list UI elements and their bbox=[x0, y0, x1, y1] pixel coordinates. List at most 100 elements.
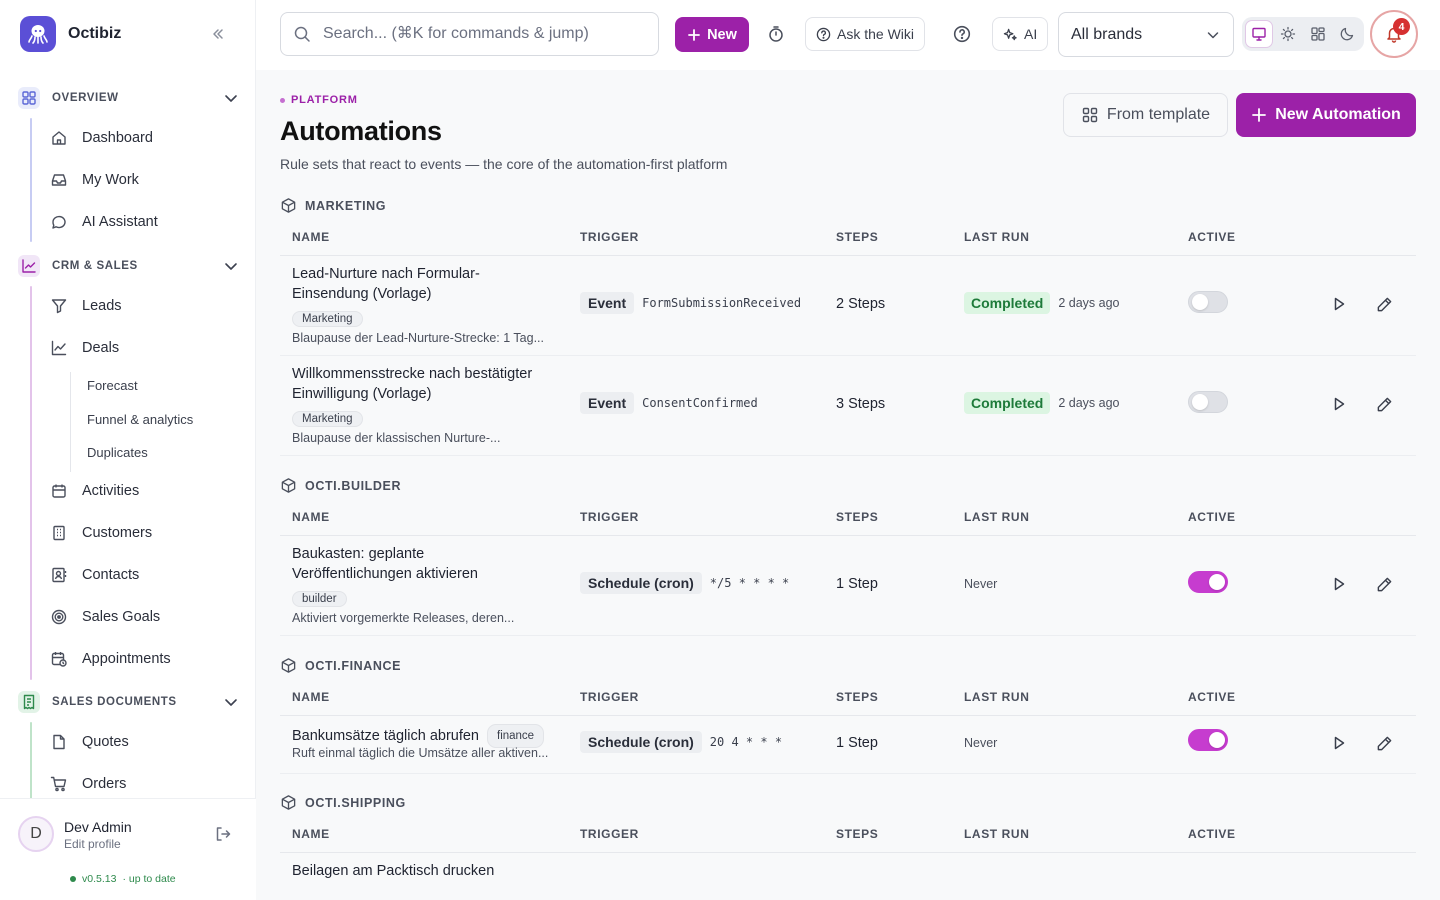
chevron-down-icon[interactable] bbox=[222, 257, 240, 275]
ai-button[interactable]: AI bbox=[992, 17, 1049, 51]
sidebar-item-label: Customers bbox=[82, 525, 153, 541]
sidebar-item-orders[interactable]: Orders bbox=[50, 766, 126, 798]
sidebar-item-contacts[interactable]: Contacts bbox=[50, 557, 139, 593]
column-header-last-run[interactable]: LAST RUN bbox=[964, 690, 1029, 704]
group-title: OCTI.SHIPPING bbox=[280, 794, 406, 811]
active-toggle[interactable] bbox=[1188, 291, 1228, 313]
new-automation-label: New Automation bbox=[1275, 106, 1401, 123]
column-header-last-run[interactable]: LAST RUN bbox=[964, 510, 1029, 524]
sidebar-item-customers[interactable]: Customers bbox=[50, 515, 152, 551]
sidebar-item-quotes[interactable]: Quotes bbox=[50, 724, 129, 760]
sidebar-item-my-work[interactable]: My Work bbox=[50, 162, 139, 198]
automation-name[interactable]: Beilagen am Packtisch drucken bbox=[292, 861, 592, 881]
column-header-name[interactable]: NAME bbox=[292, 827, 330, 841]
edit-pencil-icon[interactable] bbox=[1373, 732, 1395, 754]
sidebar-item-dashboard[interactable]: Dashboard bbox=[50, 120, 153, 156]
moon-icon[interactable] bbox=[1334, 20, 1361, 48]
sidebar-subitem-funnel[interactable]: Funnel & analytics bbox=[87, 412, 193, 427]
sidebar-subitem-forecast[interactable]: Forecast bbox=[87, 378, 138, 393]
layout-grid-icon[interactable] bbox=[1304, 20, 1331, 48]
column-header-active[interactable]: ACTIVE bbox=[1188, 690, 1236, 704]
column-header-trigger[interactable]: TRIGGER bbox=[580, 827, 639, 841]
automation-name[interactable]: Bankumsätze täglich abrufen bbox=[292, 726, 479, 746]
edit-pencil-icon[interactable] bbox=[1373, 293, 1395, 315]
monitor-icon[interactable] bbox=[1245, 20, 1273, 48]
table-row[interactable]: Beilagen am Packtisch drucken bbox=[280, 853, 1416, 900]
sidebar-item-activities[interactable]: Activities bbox=[50, 473, 139, 509]
new-button[interactable]: New bbox=[675, 17, 749, 52]
active-toggle[interactable] bbox=[1188, 391, 1228, 413]
active-toggle[interactable] bbox=[1188, 571, 1228, 593]
last-run-time: 2 days ago bbox=[1058, 396, 1120, 410]
table-header: NAME TRIGGER STEPS LAST RUN ACTIVE bbox=[280, 815, 1416, 853]
run-icon[interactable] bbox=[1328, 732, 1350, 754]
edit-pencil-icon[interactable] bbox=[1373, 393, 1395, 415]
brand[interactable]: Octibiz bbox=[20, 16, 121, 52]
help-icon[interactable] bbox=[947, 19, 977, 49]
chevron-down-icon[interactable] bbox=[222, 89, 240, 107]
section-overview[interactable]: OVERVIEW bbox=[18, 86, 240, 110]
sidebar-item-deals[interactable]: Deals bbox=[50, 330, 119, 366]
section-rail bbox=[30, 722, 32, 798]
column-header-trigger[interactable]: TRIGGER bbox=[580, 690, 639, 704]
search-input[interactable] bbox=[323, 25, 623, 43]
sidebar-item-appointments[interactable]: Appointments bbox=[50, 641, 171, 677]
section-sales-documents[interactable]: SALES DOCUMENTS bbox=[18, 690, 240, 714]
logout-icon[interactable] bbox=[214, 825, 232, 843]
search-box[interactable] bbox=[280, 12, 659, 56]
brand-select[interactable]: All brands bbox=[1058, 12, 1234, 57]
ask-wiki-button[interactable]: Ask the Wiki bbox=[805, 17, 926, 51]
sidebar-item-leads[interactable]: Leads bbox=[50, 288, 122, 324]
column-header-active[interactable]: ACTIVE bbox=[1188, 827, 1236, 841]
column-header-last-run[interactable]: LAST RUN bbox=[964, 827, 1029, 841]
column-header-steps[interactable]: STEPS bbox=[836, 690, 878, 704]
run-icon[interactable] bbox=[1328, 293, 1350, 315]
automation-name[interactable]: Baukasten: geplante Veröffentlichungen a… bbox=[292, 544, 522, 584]
sun-icon[interactable] bbox=[1275, 20, 1302, 48]
timer-icon[interactable] bbox=[761, 19, 791, 49]
page-title: Automations bbox=[280, 116, 442, 146]
column-header-name[interactable]: NAME bbox=[292, 690, 330, 704]
run-icon[interactable] bbox=[1328, 573, 1350, 595]
section-label: SALES DOCUMENTS bbox=[52, 696, 177, 708]
brand-name: Octibiz bbox=[68, 25, 122, 42]
sidebar-item-label: Activities bbox=[82, 483, 140, 499]
edit-pencil-icon[interactable] bbox=[1373, 573, 1395, 595]
edit-profile-link[interactable]: Edit profile bbox=[64, 837, 121, 851]
column-header-name[interactable]: NAME bbox=[292, 510, 330, 524]
column-header-steps[interactable]: STEPS bbox=[836, 510, 878, 524]
section-crm-sales[interactable]: CRM & SALES bbox=[18, 254, 240, 278]
sidebar-subitem-duplicates[interactable]: Duplicates bbox=[87, 445, 148, 460]
run-icon[interactable] bbox=[1328, 393, 1350, 415]
table-row[interactable]: Lead-Nurture nach Formular-Einsendung (V… bbox=[280, 256, 1416, 356]
column-header-last-run[interactable]: LAST RUN bbox=[964, 230, 1029, 244]
automation-name[interactable]: Willkommensstrecke nach bestätigter Einw… bbox=[292, 364, 552, 404]
automation-description: Aktiviert vorgemerkte Releases, deren... bbox=[292, 611, 515, 625]
column-header-active[interactable]: ACTIVE bbox=[1188, 510, 1236, 524]
table-row[interactable]: Baukasten: geplante Veröffentlichungen a… bbox=[280, 536, 1416, 636]
column-header-steps[interactable]: STEPS bbox=[836, 827, 878, 841]
sidebar-item-ai-assistant[interactable]: AI Assistant bbox=[50, 204, 158, 240]
column-header-trigger[interactable]: TRIGGER bbox=[580, 510, 639, 524]
avatar[interactable]: D bbox=[18, 816, 54, 852]
collapse-sidebar-icon[interactable] bbox=[206, 24, 230, 44]
column-header-trigger[interactable]: TRIGGER bbox=[580, 230, 639, 244]
column-header-steps[interactable]: STEPS bbox=[836, 230, 878, 244]
column-header-name[interactable]: NAME bbox=[292, 230, 330, 244]
sidebar-item-sales-goals[interactable]: Sales Goals bbox=[50, 599, 160, 635]
section-rail bbox=[30, 118, 32, 242]
sidebar-item-label: My Work bbox=[82, 172, 139, 188]
table-row[interactable]: Willkommensstrecke nach bestätigter Einw… bbox=[280, 356, 1416, 456]
table-row[interactable]: Bankumsätze täglich abrufen finance Ruft… bbox=[280, 716, 1416, 774]
notifications-button[interactable]: 4 bbox=[1370, 10, 1418, 58]
trend-chart-icon bbox=[18, 255, 40, 277]
table-header: NAME TRIGGER STEPS LAST RUN ACTIVE bbox=[280, 218, 1416, 256]
chevron-down-icon[interactable] bbox=[222, 693, 240, 711]
sidebar-item-label: Contacts bbox=[82, 567, 140, 583]
automation-name[interactable]: Lead-Nurture nach Formular-Einsendung (V… bbox=[292, 264, 542, 304]
new-automation-button[interactable]: New Automation bbox=[1236, 93, 1416, 137]
column-header-active[interactable]: ACTIVE bbox=[1188, 230, 1236, 244]
active-toggle[interactable] bbox=[1188, 729, 1228, 751]
grid-icon bbox=[18, 87, 40, 109]
from-template-button[interactable]: From template bbox=[1063, 93, 1228, 137]
